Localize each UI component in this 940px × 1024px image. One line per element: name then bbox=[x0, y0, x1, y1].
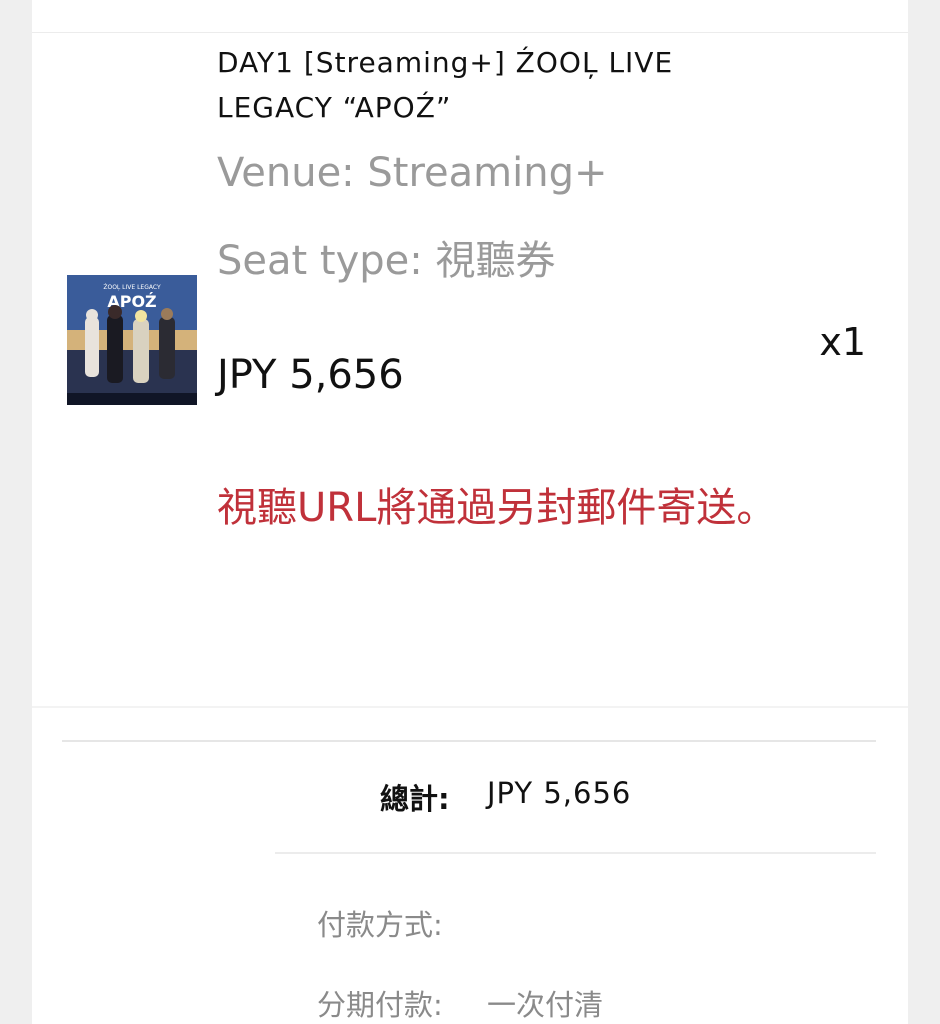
section-divider bbox=[32, 706, 908, 708]
total-label: 總計: bbox=[380, 782, 450, 816]
event-title: DAY1 [Streaming+] ŹOOĻ LIVE LEGACY “APOŹ… bbox=[217, 46, 674, 124]
item-quantity: x1 bbox=[819, 320, 866, 364]
installments-label: 分期付款: bbox=[317, 988, 443, 1022]
order-summary-panel: ŹOOĻ LIVE LEGACY APOŹ DAY1 [Streaming+] … bbox=[32, 0, 908, 1024]
total-value: JPY 5,656 bbox=[487, 776, 632, 810]
figure-2 bbox=[107, 305, 123, 383]
album-art-top-text: ŹOOĻ LIVE LEGACY bbox=[103, 283, 161, 291]
streaming-url-notice: 視聽URL將通過另封郵件寄送。 bbox=[217, 485, 777, 531]
item-price: JPY 5,656 bbox=[217, 352, 404, 398]
divider bbox=[32, 32, 908, 33]
divider bbox=[275, 852, 876, 854]
product-thumbnail: ŹOOĻ LIVE LEGACY APOŹ bbox=[67, 275, 197, 405]
payment-method-label: 付款方式: bbox=[317, 908, 443, 942]
figure-1 bbox=[85, 309, 99, 377]
figure-4 bbox=[159, 308, 175, 379]
album-art-image: ŹOOĻ LIVE LEGACY APOŹ bbox=[67, 275, 197, 405]
venue-text: Venue: Streaming+ bbox=[217, 150, 608, 196]
seat-type-text: Seat type: 視聽券 bbox=[217, 238, 556, 284]
divider bbox=[62, 740, 876, 742]
installments-value: 一次付清 bbox=[487, 988, 604, 1022]
figure-3 bbox=[133, 310, 149, 383]
